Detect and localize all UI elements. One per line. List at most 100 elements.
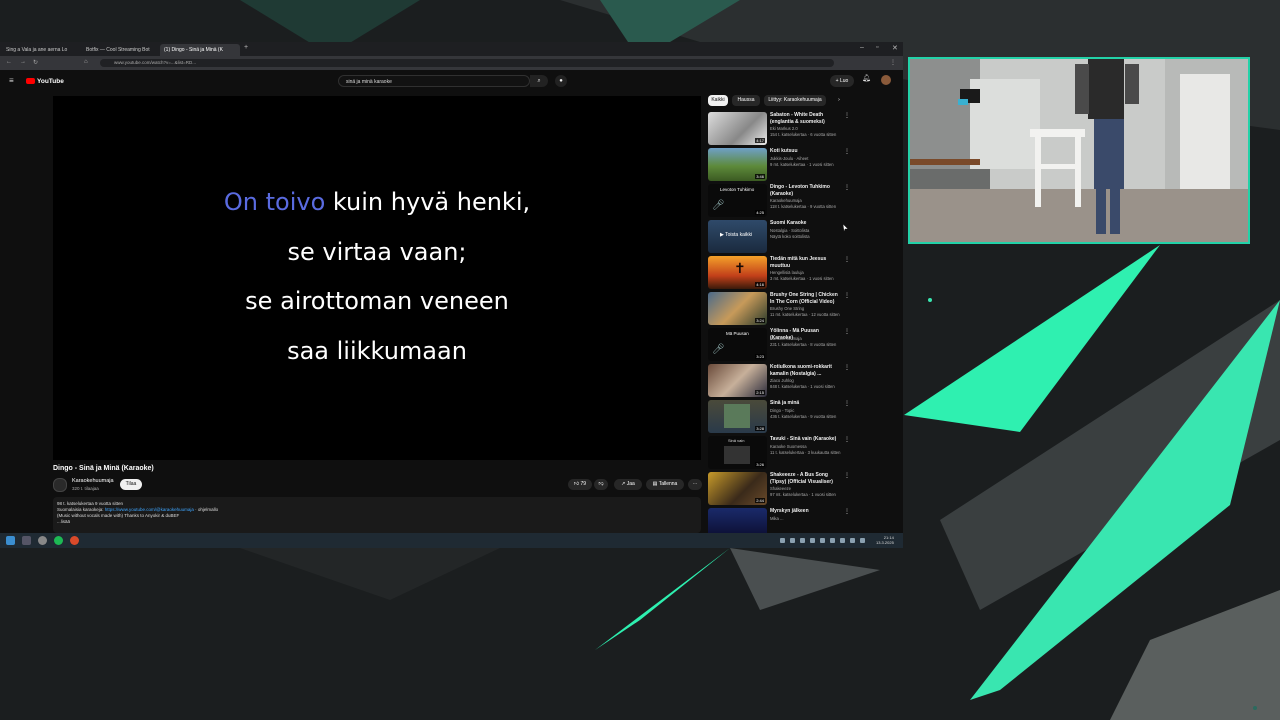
- recommendation-item[interactable]: 2:44 Shakeeeze - A Bus Song (Tipsy) (Off…: [708, 472, 853, 506]
- windows-start-icon[interactable]: [6, 536, 15, 545]
- lyric-line-1: On toivo kuin hyvä henki,: [223, 188, 531, 216]
- youtube-logo[interactable]: YouTube: [26, 78, 64, 85]
- webcam-image: [910, 59, 1248, 242]
- video-thumbnail[interactable]: Levoton Tuhkimo 🎤︎ 4:25: [708, 184, 767, 217]
- video-thumbnail[interactable]: 2:44: [708, 472, 767, 505]
- recommendation-item[interactable]: ✝ 4:16 Tiedän mitä kun Jeesus muuttuu Hen…: [708, 256, 853, 290]
- tray-icon[interactable]: [790, 538, 795, 543]
- recommendation-item[interactable]: 4:17 Sabaton - White Death (englantia & …: [708, 112, 853, 146]
- taskbar: 21:14 13.3.2025: [0, 533, 903, 548]
- mouse-cursor-icon: [843, 224, 848, 232]
- lyric-line-4: saa liikkumaan: [287, 337, 467, 365]
- channel-avatar[interactable]: [53, 478, 67, 492]
- recommendation-item[interactable]: 3:28 Sinä ja minä Dingo - Topic 436 t. k…: [708, 400, 853, 434]
- tray-icon[interactable]: [800, 538, 805, 543]
- subscribe-button[interactable]: Tilaa: [120, 479, 142, 490]
- maximize-icon[interactable]: ▫: [876, 44, 878, 51]
- chip-related[interactable]: Liittyy: Karaokehuumaja: [764, 95, 826, 106]
- clock-date: 13.3.2025: [876, 540, 894, 545]
- video-thumbnail[interactable]: ▶ Toista kaikki: [708, 220, 767, 253]
- recommendation-item[interactable]: 3:46 Koti kutsuu Jukkis-Joulu · Aiheet 9…: [708, 148, 853, 182]
- create-button[interactable]: + Luo: [830, 75, 854, 87]
- video-thumbnail[interactable]: Sinä vain 3:26: [708, 436, 767, 469]
- clock[interactable]: 21:14 13.3.2025: [876, 535, 894, 545]
- video-player[interactable]: On toivo kuin hyvä henki, se virtaa vaan…: [53, 96, 701, 460]
- battery-icon[interactable]: [860, 538, 865, 543]
- video-thumbnail[interactable]: Mä Puusan 🎤︎ 3:23: [708, 328, 767, 361]
- task-view-icon[interactable]: [22, 536, 31, 545]
- tray-icon[interactable]: [810, 538, 815, 543]
- channel-subscribers: 320 t. tilaajaa: [72, 486, 99, 491]
- video-description[interactable]: 98 t. katselukertaa 9 vuotta sitten Suom…: [53, 497, 701, 533]
- tray-icon[interactable]: [820, 538, 825, 543]
- new-tab-icon[interactable]: +: [244, 44, 248, 51]
- video-thumbnail[interactable]: 4:17: [708, 112, 767, 145]
- more-icon[interactable]: ⋮: [844, 400, 850, 407]
- youtube-play-icon: [26, 78, 35, 84]
- lyric-highlight: On toivo: [223, 188, 326, 216]
- description-link[interactable]: https://www.youtube.com/@karaokehuumaja: [105, 507, 194, 512]
- reload-icon[interactable]: ↻: [33, 59, 38, 66]
- back-icon[interactable]: ←: [6, 59, 12, 65]
- more-icon[interactable]: ⋮: [844, 328, 850, 335]
- more-icon[interactable]: ⋮: [844, 472, 850, 479]
- search-icon[interactable]: ⌕: [530, 75, 548, 87]
- more-icon[interactable]: ⋮: [844, 508, 850, 515]
- volume-icon[interactable]: [850, 538, 855, 543]
- tray-icon[interactable]: [780, 538, 785, 543]
- video-thumbnail[interactable]: ✝ 4:16: [708, 256, 767, 289]
- more-icon[interactable]: ⋮: [844, 364, 850, 371]
- recommendation-item[interactable]: 2:15 Kotiulkona suomi-rokkarit kamalin (…: [708, 364, 853, 398]
- video-title: Dingo - Sinä ja Minä (Karaoke): [53, 465, 154, 472]
- avatar[interactable]: [881, 75, 891, 85]
- tab-1[interactable]: Sing a Vala ja ane aerna Lo: [2, 44, 80, 56]
- more-icon[interactable]: ⋮: [844, 256, 850, 263]
- browser-app-icon[interactable]: [70, 536, 79, 545]
- video-thumbnail[interactable]: 3:46: [708, 148, 767, 181]
- settings-icon[interactable]: [38, 536, 47, 545]
- url-field[interactable]: www.youtube.com/watch?v=...&list=RD...: [100, 59, 834, 67]
- minimize-icon[interactable]: –: [860, 44, 864, 51]
- wifi-icon[interactable]: [840, 538, 845, 543]
- video-thumbnail[interactable]: 3:28: [708, 400, 767, 433]
- share-button[interactable]: ↗ Jaa: [614, 479, 642, 490]
- video-thumbnail[interactable]: [708, 508, 767, 533]
- lyric-line-2: se virtaa vaan;: [287, 238, 467, 266]
- lyric-line-3: se airottoman veneen: [245, 287, 509, 315]
- recommendation-item[interactable]: Mä Puusan 🎤︎ 3:23 Yölinna - Mä Puusan (Kar…: [708, 328, 853, 362]
- close-window-icon[interactable]: ✕: [892, 44, 898, 52]
- youtube-header: ≡ YouTube sinä ja minä karaoke ⌕ ● + Luo…: [0, 70, 903, 92]
- menu-icon[interactable]: ≡: [9, 76, 14, 85]
- spotify-icon[interactable]: [54, 536, 63, 545]
- forward-icon[interactable]: →: [20, 59, 26, 65]
- recommendation-item[interactable]: Levoton Tuhkimo 🎤︎ 4:25 Dingo - Levoton Tu…: [708, 184, 853, 218]
- more-icon[interactable]: ⋮: [844, 112, 850, 119]
- recommendation-item[interactable]: Myrskyn jälkeen Mika ... ⋮: [708, 508, 853, 533]
- notifications-icon[interactable]: 🔔︎: [862, 74, 871, 82]
- recommendation-item[interactable]: ▶ Toista kaikki Suomi Karaoke Nostalgia …: [708, 220, 853, 254]
- tray-icon[interactable]: [830, 538, 835, 543]
- save-button[interactable]: ▤ Tallenna: [646, 479, 684, 490]
- chip-all[interactable]: Kaikki: [708, 95, 728, 106]
- more-icon[interactable]: ⋮: [844, 436, 850, 443]
- like-button[interactable]: 👍︎ 79: [568, 479, 592, 490]
- more-icon[interactable]: ⋮: [844, 184, 850, 191]
- tab-3-active[interactable]: (1) Dingo - Sinä ja Minä (K: [160, 44, 240, 56]
- dislike-button[interactable]: 👎︎: [594, 479, 608, 490]
- description-more[interactable]: ...lisää: [57, 519, 697, 525]
- home-icon[interactable]: ⌂: [84, 59, 88, 65]
- recommendation-item[interactable]: 3:24 Brushy One String | Chicken In The …: [708, 292, 853, 326]
- recommendation-item[interactable]: Sinä vain 3:26 Tavuki - Sinä vain (Karaok…: [708, 436, 853, 470]
- more-icon[interactable]: ⋮: [844, 148, 850, 155]
- mic-icon[interactable]: ●: [555, 75, 567, 87]
- video-thumbnail[interactable]: 3:24: [708, 292, 767, 325]
- tab-2[interactable]: Botfix — Cool Streaming Bot: [82, 44, 158, 56]
- chevron-right-icon[interactable]: ›: [834, 95, 844, 106]
- chip-search[interactable]: Haussa: [732, 95, 760, 106]
- channel-name[interactable]: Karaokehuumaja: [72, 478, 114, 484]
- more-actions-icon[interactable]: ⋯: [688, 479, 702, 490]
- browser-menu-icon[interactable]: ⋮: [890, 59, 896, 66]
- search-input[interactable]: sinä ja minä karaoke: [338, 75, 530, 87]
- more-icon[interactable]: ⋮: [844, 292, 850, 299]
- video-thumbnail[interactable]: 2:15: [708, 364, 767, 397]
